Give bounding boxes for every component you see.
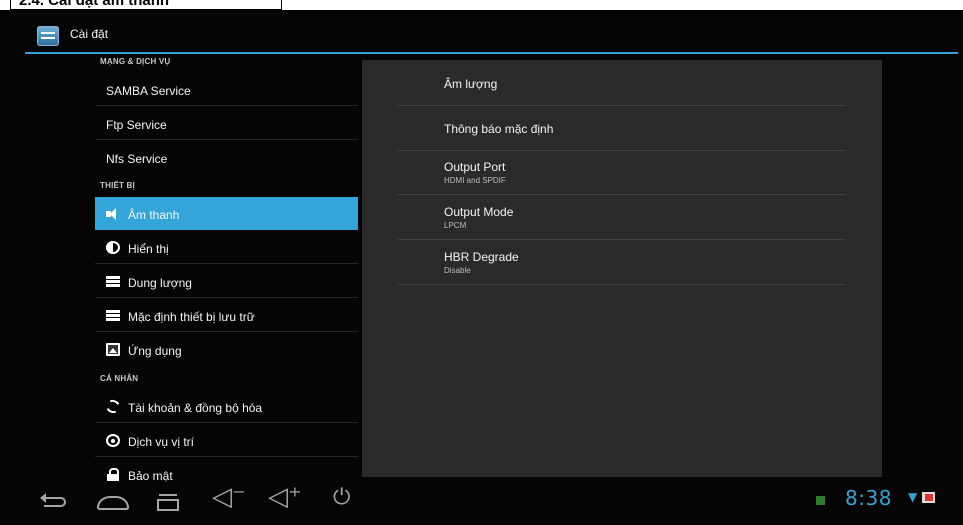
speaker-icon	[106, 207, 122, 220]
sidebar-item-label: Ftp Service	[106, 118, 167, 132]
pref-title: Output Mode	[444, 205, 514, 219]
sync-icon	[104, 397, 122, 416]
sidebar-item-sound[interactable]: Âm thanh	[95, 197, 358, 230]
pref-title: Thông báo mặc định	[444, 122, 554, 136]
pref-summary: HDMI and SPDIF	[444, 176, 506, 185]
power-icon[interactable]: ⏻	[333, 487, 350, 509]
pref-title: HBR Degrade	[444, 250, 519, 264]
sidebar-item-ftp[interactable]: Ftp Service	[95, 107, 358, 140]
sidebar-item-label: SAMBA Service	[106, 84, 191, 98]
sidebar-item-label: Dịch vụ vị trí	[128, 435, 195, 449]
clock[interactable]: 8:38	[845, 486, 892, 510]
header-personal: CÁ NHÂN	[100, 374, 139, 383]
sidebar-item-label: Hiển thị	[128, 242, 169, 256]
pref-title: Output Port	[444, 160, 506, 174]
sidebar-item-label: Dung lượng	[128, 276, 192, 290]
pref-output-port[interactable]: Output Port HDMI and SPDIF	[398, 151, 846, 195]
sidebar-item-label: Tài khoản & đồng bộ hóa	[128, 401, 263, 415]
system-bar: ◁⁻ ◁⁺ ⏻ 8:38 ▼	[0, 480, 963, 525]
volume-down-icon[interactable]: ◁⁻	[212, 484, 246, 510]
pref-volume[interactable]: Âm lượng	[398, 60, 846, 106]
settings-category-list[interactable]: MẠNG & DỊCH VỤ SAMBA Service Ftp Service…	[95, 57, 358, 482]
recent-apps-icon[interactable]	[157, 494, 179, 511]
caption-text: 2.4. Cài đặt âm thanh	[19, 0, 170, 9]
location-icon	[106, 434, 120, 447]
pref-summary: LPCM	[444, 221, 467, 230]
pref-default-notification[interactable]: Thông báo mặc định	[398, 106, 846, 151]
settings-app-icon[interactable]	[37, 26, 59, 46]
sidebar-item-display[interactable]: Hiển thị	[95, 231, 358, 264]
sidebar-item-storage-default[interactable]: Mặc định thiết bị lưu trữ	[95, 299, 358, 332]
sidebar-item-location[interactable]: Dịch vụ vị trí	[95, 424, 358, 457]
app-title: Cài đặt	[70, 27, 109, 41]
sidebar-item-storage[interactable]: Dung lượng	[95, 265, 358, 298]
sidebar-item-accounts-sync[interactable]: Tài khoản & đồng bộ hóa	[95, 390, 358, 423]
ethernet-icon	[922, 492, 935, 503]
sidebar-item-label: Mặc định thiết bị lưu trữ	[128, 310, 255, 324]
sidebar-item-label: Ứng dụng	[128, 344, 182, 358]
sidebar-item-security[interactable]: Bảo mật	[95, 458, 358, 482]
action-bar: Cài đặt	[25, 10, 958, 54]
back-icon[interactable]	[40, 493, 66, 507]
wifi-icon: ▼	[908, 490, 918, 504]
sidebar-item-label: Âm thanh	[128, 208, 180, 222]
home-icon[interactable]	[97, 496, 129, 510]
sidebar-item-label: Nfs Service	[106, 152, 168, 166]
notification-icon[interactable]	[816, 496, 825, 505]
volume-up-icon[interactable]: ◁⁺	[268, 484, 302, 510]
pref-hbr-degrade[interactable]: HBR Degrade Disable	[398, 240, 846, 285]
pref-output-mode[interactable]: Output Mode LPCM	[398, 195, 846, 240]
sound-settings-panel: Âm lượng Thông báo mặc định Output Port …	[362, 60, 882, 477]
pref-title: Âm lượng	[444, 77, 498, 91]
document-caption: 2.4. Cài đặt âm thanh	[10, 0, 282, 10]
header-device: THIẾT BỊ	[100, 181, 135, 190]
pref-summary: Disable	[444, 266, 471, 275]
storage-default-icon	[106, 309, 120, 322]
storage-icon	[106, 275, 120, 288]
header-network: MẠNG & DỊCH VỤ	[100, 57, 171, 66]
sidebar-item-apps[interactable]: Ứng dụng	[95, 333, 358, 366]
sidebar-item-nfs[interactable]: Nfs Service	[95, 141, 358, 174]
sidebar-item-samba[interactable]: SAMBA Service	[95, 73, 358, 106]
apps-icon	[106, 343, 120, 356]
display-icon	[106, 241, 120, 254]
